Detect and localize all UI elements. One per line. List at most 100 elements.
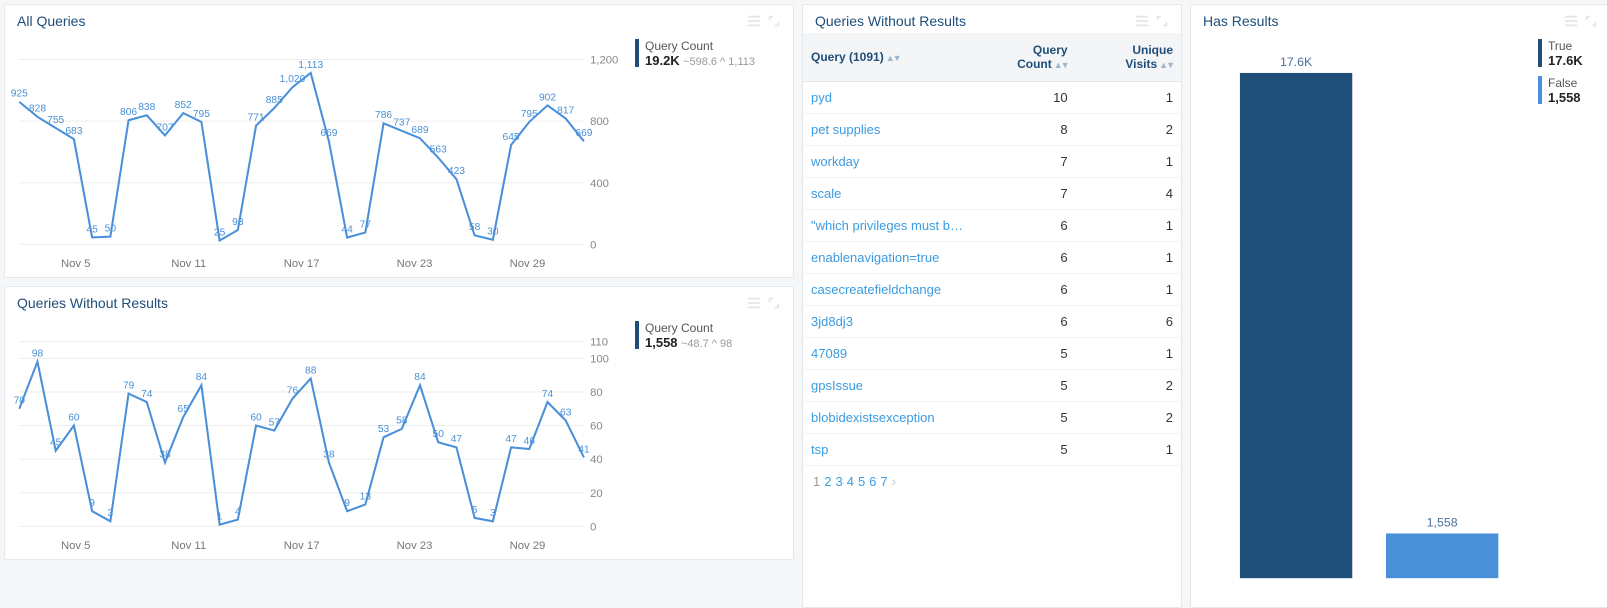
cell-query[interactable]: pyd xyxy=(803,82,973,114)
svg-text:53: 53 xyxy=(378,424,390,435)
page-1[interactable]: 1 xyxy=(813,474,820,489)
panel-actions xyxy=(747,14,781,28)
cell-visits: 1 xyxy=(1076,434,1181,466)
svg-text:4: 4 xyxy=(235,506,241,517)
cell-count: 5 xyxy=(973,434,1076,466)
panel-header: Queries Without Results xyxy=(5,287,793,315)
svg-text:3: 3 xyxy=(490,508,496,519)
cell-count: 6 xyxy=(973,242,1076,274)
page-4[interactable]: 4 xyxy=(847,474,854,489)
cell-visits: 1 xyxy=(1076,242,1181,274)
options-icon[interactable] xyxy=(747,296,761,310)
chart-legend: Query Count 1,558 ~48.7 ^ 98 xyxy=(625,321,785,557)
page-5[interactable]: 5 xyxy=(858,474,865,489)
svg-text:800: 800 xyxy=(590,116,609,128)
page-6[interactable]: 6 xyxy=(869,474,876,489)
legend-value-false: 1,558 xyxy=(1548,90,1581,105)
svg-text:1,020: 1,020 xyxy=(280,74,306,85)
table-row[interactable]: enablenavigation=true61 xyxy=(803,242,1181,274)
svg-text:669: 669 xyxy=(320,128,337,139)
svg-text:45: 45 xyxy=(50,438,62,449)
table-row[interactable]: casecreatefieldchange61 xyxy=(803,274,1181,306)
cell-query[interactable]: blobidexistsexception xyxy=(803,402,973,434)
cell-query[interactable]: enablenavigation=true xyxy=(803,242,973,274)
legend-label: Query Count xyxy=(645,321,732,335)
cell-count: 7 xyxy=(973,178,1076,210)
table-row[interactable]: gpsIssue52 xyxy=(803,370,1181,402)
svg-text:1: 1 xyxy=(217,512,223,523)
svg-text:683: 683 xyxy=(65,126,82,137)
page-3[interactable]: 3 xyxy=(835,474,842,489)
cell-count: 7 xyxy=(973,146,1076,178)
line-chart-no-results[interactable]: 0204060801001107098456093797438658414605… xyxy=(9,321,625,557)
svg-text:74: 74 xyxy=(141,389,153,400)
legend-swatch xyxy=(635,39,639,67)
pagination: 1234567 › xyxy=(803,466,1181,497)
expand-icon[interactable] xyxy=(767,14,781,28)
expand-icon[interactable] xyxy=(1155,14,1169,28)
svg-text:60: 60 xyxy=(250,412,262,423)
col-query[interactable]: Query (1091)▲▼ xyxy=(803,33,973,82)
panel-no-results-table: Queries Without Results Query (1091)▲▼ Q… xyxy=(802,4,1182,608)
table-row[interactable]: tsp51 xyxy=(803,434,1181,466)
cell-count: 6 xyxy=(973,210,1076,242)
table-row[interactable]: "which privileges must be set …61 xyxy=(803,210,1181,242)
options-icon[interactable] xyxy=(1564,14,1578,28)
svg-text:Nov 23: Nov 23 xyxy=(397,258,433,270)
table-row[interactable]: workday71 xyxy=(803,146,1181,178)
panel-title: Queries Without Results xyxy=(17,295,168,311)
svg-text:76: 76 xyxy=(287,386,299,397)
svg-text:795: 795 xyxy=(193,109,210,120)
expand-icon[interactable] xyxy=(1584,14,1598,28)
svg-text:707: 707 xyxy=(156,122,173,133)
table-row[interactable]: blobidexistsexception52 xyxy=(803,402,1181,434)
panel-title: Queries Without Results xyxy=(815,13,966,29)
cell-query[interactable]: casecreatefieldchange xyxy=(803,274,973,306)
bar-chart-has-results[interactable]: 17.6K1,558 xyxy=(1195,39,1532,601)
table-row[interactable]: pyd101 xyxy=(803,82,1181,114)
svg-text:93: 93 xyxy=(232,217,244,228)
svg-text:0: 0 xyxy=(590,521,596,533)
svg-text:20: 20 xyxy=(590,488,603,500)
svg-text:100: 100 xyxy=(590,353,609,365)
svg-text:925: 925 xyxy=(11,89,28,100)
cell-query[interactable]: workday xyxy=(803,146,973,178)
page-2[interactable]: 2 xyxy=(824,474,831,489)
page-7[interactable]: 7 xyxy=(880,474,887,489)
col-count[interactable]: Query Count▲▼ xyxy=(973,33,1076,82)
svg-text:17.6K: 17.6K xyxy=(1280,55,1313,69)
cell-query[interactable]: 3jd8dj3 xyxy=(803,306,973,338)
table-row[interactable]: pet supplies82 xyxy=(803,114,1181,146)
svg-text:5: 5 xyxy=(472,505,478,516)
legend-swatch-true xyxy=(1538,39,1542,67)
svg-text:60: 60 xyxy=(590,421,603,433)
panel-header: All Queries xyxy=(5,5,793,33)
col-visits[interactable]: Unique Visits▲▼ xyxy=(1076,33,1181,82)
cell-visits: 6 xyxy=(1076,306,1181,338)
expand-icon[interactable] xyxy=(767,296,781,310)
svg-text:77: 77 xyxy=(360,219,372,230)
svg-text:79: 79 xyxy=(123,380,135,391)
legend-trend: ~48.7 ^ 98 xyxy=(681,338,732,350)
svg-text:110: 110 xyxy=(590,337,608,349)
line-chart-all-queries[interactable]: 04008001,2009258287556834550806838707852… xyxy=(9,39,625,275)
svg-text:Nov 5: Nov 5 xyxy=(61,258,90,270)
cell-query[interactable]: 47089 xyxy=(803,338,973,370)
page-next-icon[interactable]: › xyxy=(892,474,896,489)
table-row[interactable]: scale74 xyxy=(803,178,1181,210)
cell-query[interactable]: tsp xyxy=(803,434,973,466)
svg-text:902: 902 xyxy=(539,92,556,103)
cell-query[interactable]: "which privileges must be set … xyxy=(803,210,973,242)
table-row[interactable]: 3jd8dj366 xyxy=(803,306,1181,338)
table-row[interactable]: 4708951 xyxy=(803,338,1181,370)
cell-query[interactable]: gpsIssue xyxy=(803,370,973,402)
options-icon[interactable] xyxy=(747,14,761,28)
svg-text:737: 737 xyxy=(393,118,410,129)
cell-query[interactable]: scale xyxy=(803,178,973,210)
cell-query[interactable]: pet supplies xyxy=(803,114,973,146)
options-icon[interactable] xyxy=(1135,14,1149,28)
cell-count: 8 xyxy=(973,114,1076,146)
legend-label: Query Count xyxy=(645,39,755,53)
svg-text:Nov 29: Nov 29 xyxy=(510,540,546,552)
svg-text:46: 46 xyxy=(524,436,536,447)
